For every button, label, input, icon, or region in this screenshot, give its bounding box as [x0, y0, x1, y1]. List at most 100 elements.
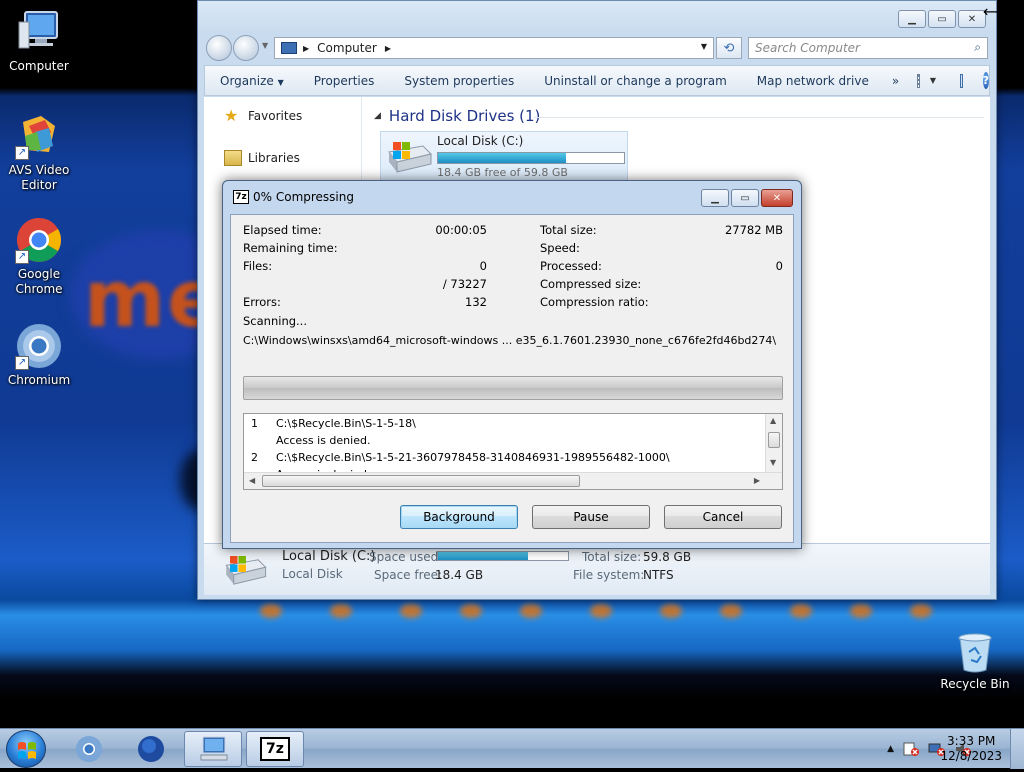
taskbar-7zip[interactable]: 7z	[246, 731, 304, 767]
desktop-icon-computer[interactable]: Computer	[0, 8, 78, 74]
chromium-icon: ↗	[15, 322, 63, 370]
taskbar-explorer[interactable]	[184, 731, 242, 767]
7zip-icon: 7z	[233, 190, 249, 204]
drive-tile-c[interactable]: Local Disk (C:) 18.4 GB free of 59.8 GB	[380, 131, 628, 181]
log-row-text: Access is denied.	[276, 434, 371, 447]
desktop-icon-label: Google Chrome	[15, 267, 63, 296]
close-button[interactable]: ✕	[958, 10, 986, 28]
collapse-triangle-icon[interactable]: ◢	[374, 111, 381, 121]
more-commands-button[interactable]: »	[884, 74, 907, 88]
address-location[interactable]: Computer	[317, 41, 377, 55]
map-network-drive-button[interactable]: Map network drive	[742, 74, 884, 88]
preview-pane-icon[interactable]	[959, 73, 963, 88]
search-input[interactable]: Search Computer ⌕	[748, 37, 988, 59]
log-horizontal-scrollbar[interactable]: ◀ ▶	[244, 472, 782, 489]
maximize-icon: ▭	[937, 13, 947, 25]
desktop-icon-label: AVS Video Editor	[8, 163, 70, 192]
desktop-icon-chromium[interactable]: ↗ Chromium	[0, 322, 78, 388]
details-drive-name: Local Disk (C:)	[282, 549, 376, 564]
dialog-titlebar[interactable]: 7z 0% Compressing	[233, 190, 354, 204]
properties-button[interactable]: Properties	[299, 74, 390, 88]
forward-button[interactable]	[233, 35, 259, 61]
background-button[interactable]: Background	[400, 505, 518, 529]
uninstall-program-button[interactable]: Uninstall or change a program	[529, 74, 742, 88]
compression-ratio-label: Compression ratio:	[540, 295, 649, 309]
refresh-button[interactable]: ⟲	[716, 37, 742, 59]
files-total-value: / 73227	[442, 277, 487, 291]
pause-button[interactable]: Pause	[532, 505, 650, 529]
nav-item-favorites[interactable]: ★ Favorites	[224, 108, 302, 124]
system-properties-button[interactable]: System properties	[389, 74, 529, 88]
scroll-thumb[interactable]	[262, 475, 580, 487]
show-desktop-button[interactable]	[1010, 729, 1024, 769]
scroll-thumb[interactable]	[768, 432, 780, 448]
minimize-icon: ▁	[711, 192, 719, 204]
resize-cursor-icon: ⟷	[983, 2, 1006, 21]
log-row-number: 2	[251, 451, 258, 464]
explorer-titlebar[interactable]: ▁ ▭ ✕	[198, 1, 996, 33]
drive-usage-bar	[437, 152, 625, 164]
breadcrumb-arrow-icon[interactable]: ▶	[303, 44, 309, 53]
log-vertical-scrollbar[interactable]: ▲ ▼	[765, 414, 782, 472]
desktop-icon-label: Recycle Bin	[940, 677, 1010, 691]
view-dropdown-icon[interactable]: ▼	[930, 76, 936, 85]
errors-value: 132	[465, 295, 487, 309]
chevron-down-icon: ▼	[277, 77, 284, 87]
address-bar[interactable]: ▶ Computer ▶ ▼	[274, 37, 714, 59]
dialog-maximize-button[interactable]: ▭	[731, 189, 759, 207]
total-size-value: 59.8 GB	[643, 550, 692, 564]
compressed-size-label: Compressed size:	[540, 277, 642, 291]
scroll-down-icon[interactable]: ▼	[770, 458, 776, 467]
space-free-value: 18.4 GB	[435, 568, 484, 582]
log-row-text: C:\$Recycle.Bin\S-1-5-21-3607978458-3140…	[276, 451, 670, 464]
organize-menu[interactable]: Organize ▼	[205, 74, 299, 88]
files-label: Files:	[243, 259, 273, 273]
compress-progress-dialog: 7z 0% Compressing ▁ ▭ ✕ Elapsed time: 0 0…	[222, 180, 802, 549]
desktop-icon-recycle-bin[interactable]: Recycle Bin	[936, 632, 1014, 692]
taskbar-firefox[interactable]	[122, 731, 180, 767]
back-button[interactable]	[206, 35, 232, 61]
show-hidden-icons-icon[interactable]: ▲	[887, 744, 894, 754]
files-value: 0	[479, 259, 487, 273]
group-header-hard-disks[interactable]: ◢ Hard Disk Drives (1)	[374, 107, 540, 125]
details-usage-fill	[438, 552, 528, 560]
minimize-icon: ▁	[908, 13, 916, 25]
computer-small-icon	[281, 42, 297, 54]
recent-pages-icon[interactable]: ▼	[262, 41, 268, 50]
details-pane: Local Disk (C:) Local Disk Space used: S…	[204, 543, 990, 595]
processed-value: 0	[775, 259, 783, 273]
file-system-label: File system:	[573, 568, 645, 582]
help-icon[interactable]: ?	[982, 72, 989, 89]
elapsed-time-label: Elapsed time:	[243, 223, 322, 237]
system-clock[interactable]: 3:33 PM 12/8/2023	[940, 734, 1002, 764]
search-icon[interactable]: ⌕	[974, 40, 981, 55]
maximize-button[interactable]: ▭	[928, 10, 956, 28]
breadcrumb-arrow-icon[interactable]: ▶	[385, 44, 391, 53]
clock-date: 12/8/2023	[940, 749, 1002, 763]
taskbar-chromium[interactable]	[60, 731, 118, 767]
total-size-label: Total size:	[582, 550, 642, 564]
error-log-list[interactable]: 1 C:\$Recycle.Bin\S-1-5-18\ Access is de…	[243, 413, 783, 490]
command-bar: Organize ▼ Properties System properties …	[204, 65, 990, 96]
desktop-icon-avs-video-editor[interactable]: ↗ AVS Video Editor	[0, 112, 78, 193]
maximize-icon: ▭	[740, 192, 750, 204]
shortcut-arrow-icon: ↗	[15, 356, 29, 370]
total-size-value: 27782 MB	[724, 223, 783, 237]
desktop-icon-google-chrome[interactable]: ↗ Google Chrome	[0, 216, 78, 297]
scroll-up-icon[interactable]: ▲	[770, 416, 776, 425]
shortcut-arrow-icon: ↗	[15, 250, 29, 264]
action-center-icon[interactable]	[902, 741, 920, 757]
start-button[interactable]	[6, 730, 46, 768]
navigation-bar: ▼ ▶ Computer ▶ ▼ ⟲ Search Computer ⌕	[206, 35, 988, 61]
scroll-left-icon[interactable]: ◀	[249, 476, 255, 485]
minimize-button[interactable]: ▁	[898, 10, 926, 28]
cancel-button[interactable]: Cancel	[664, 505, 782, 529]
nav-item-libraries[interactable]: Libraries	[224, 150, 300, 166]
dialog-minimize-button[interactable]: ▁	[701, 189, 729, 207]
view-options-icon[interactable]	[917, 73, 920, 88]
dialog-close-button[interactable]: ✕	[761, 189, 793, 207]
address-dropdown-icon[interactable]: ▼	[701, 42, 707, 51]
scroll-right-icon[interactable]: ▶	[754, 476, 760, 485]
search-placeholder: Search Computer	[755, 41, 860, 55]
space-used-label: Space used:	[369, 550, 443, 564]
